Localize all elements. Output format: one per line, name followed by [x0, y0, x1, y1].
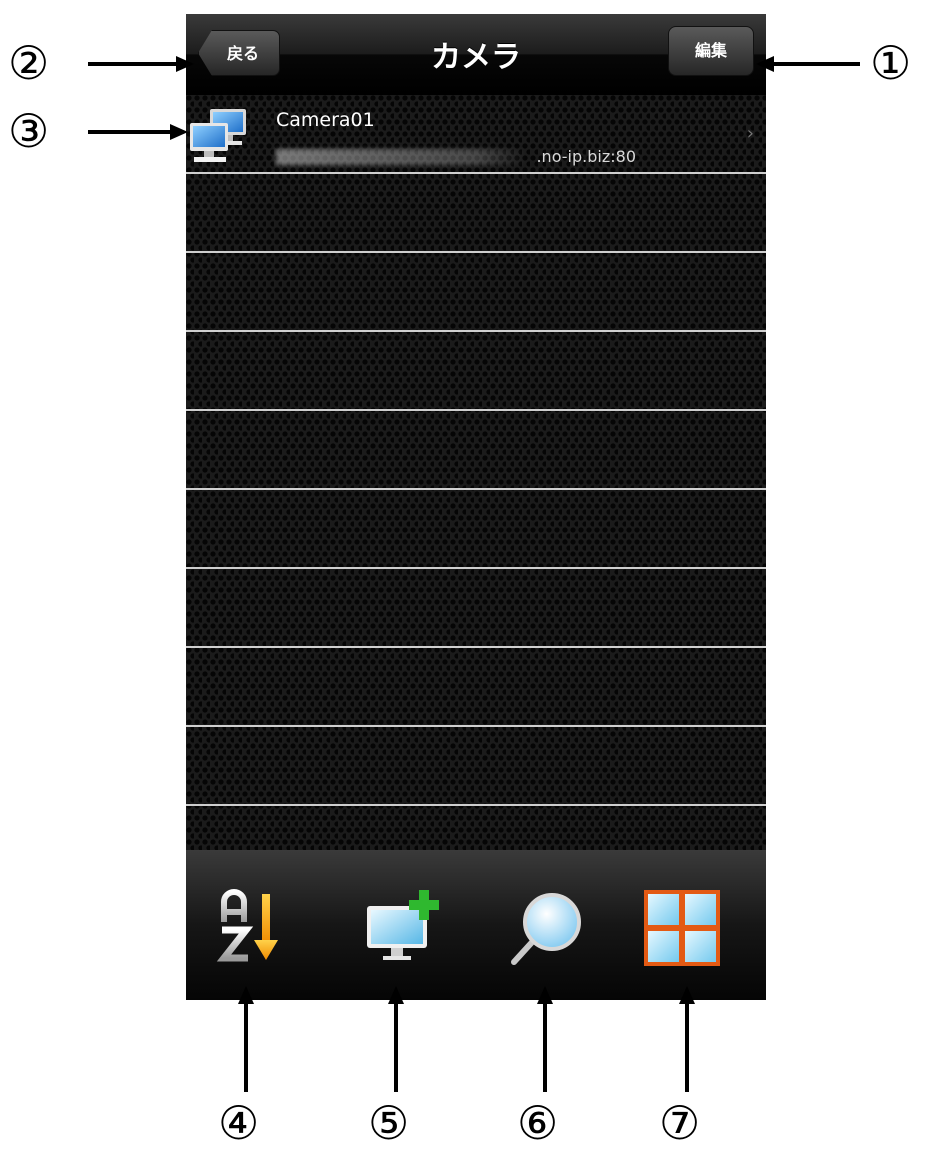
callout-3: ③ — [8, 104, 50, 158]
callout-4: ④ — [218, 1096, 260, 1150]
callout-6: ⑥ — [517, 1096, 559, 1150]
callout-1: ① — [870, 36, 912, 90]
callout-7: ⑦ — [659, 1096, 701, 1150]
callout-2: ② — [8, 36, 50, 90]
callout-5: ⑤ — [368, 1096, 410, 1150]
callout-arrows — [88, 56, 860, 1092]
